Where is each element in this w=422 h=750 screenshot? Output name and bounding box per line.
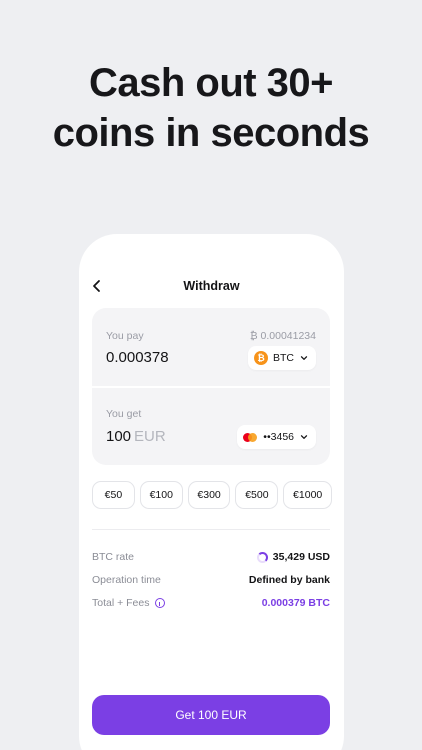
quick-amount-chip[interactable]: €300 (187, 481, 231, 509)
detail-value: Defined by bank (248, 574, 330, 586)
mastercard-icon (243, 432, 258, 442)
get-amount-currency: EUR (134, 428, 166, 445)
you-get-label: You get (106, 408, 142, 420)
quick-amount-chip[interactable]: €50 (92, 481, 135, 509)
btc-rate-value: 35,429 USD (272, 551, 330, 563)
get-amount-value: 100 (106, 428, 132, 445)
exchange-divider (92, 386, 330, 388)
headline-line-1: Cash out 30+ (88, 61, 334, 105)
btc-balance: ₿ 0.00041234 (249, 330, 316, 342)
card-number: ••3456 (263, 431, 294, 443)
info-icon[interactable] (154, 598, 165, 608)
detail-value: 35,429 USD (256, 551, 330, 563)
you-pay-label: You pay (106, 330, 144, 342)
quick-amounts: €50 €100 €300 €500 €1000 (92, 481, 332, 509)
bitcoin-icon: ₿ (254, 351, 268, 365)
chevron-down-icon (300, 435, 308, 439)
chevron-down-icon (300, 356, 308, 360)
exchange-card: You pay ₿ 0.00041234 0.000378 ₿ BTC You … (92, 308, 330, 465)
detail-row-time: Operation time Defined by bank (92, 572, 330, 588)
detail-row-total: Total + Fees 0.000379 BTC (92, 595, 330, 611)
pay-currency-selector[interactable]: ₿ BTC (248, 346, 316, 370)
detail-label: Total + Fees (92, 597, 150, 609)
quick-amount-chip[interactable]: €100 (139, 481, 183, 509)
loading-icon (256, 551, 268, 563)
get-eur-button[interactable]: Get 100 EUR (92, 695, 330, 735)
quick-amount-chip[interactable]: €1000 (283, 481, 332, 509)
pay-currency-label: BTC (273, 352, 294, 364)
detail-row-rate: BTC rate 35,429 USD (92, 549, 330, 565)
pay-amount-input[interactable]: 0.000378 (106, 349, 169, 366)
headline: Cash out 30+ coins in seconds (0, 58, 422, 158)
detail-label: BTC rate (92, 551, 135, 563)
phone-screen: Withdraw You pay ₿ 0.00041234 0.000378 ₿… (79, 234, 344, 750)
nav-bar: Withdraw (79, 274, 344, 298)
detail-label: Operation time (92, 574, 161, 586)
quick-amount-chip[interactable]: €500 (235, 481, 279, 509)
get-amount-input[interactable]: 100 EUR (106, 428, 166, 445)
divider (92, 529, 330, 530)
detail-label-wrap: Total + Fees (92, 597, 165, 609)
page-title: Withdraw (183, 279, 240, 293)
headline-line-2: coins in seconds (52, 111, 370, 155)
detail-value: 0.000379 BTC (261, 597, 330, 609)
card-selector[interactable]: ••3456 (237, 425, 316, 449)
